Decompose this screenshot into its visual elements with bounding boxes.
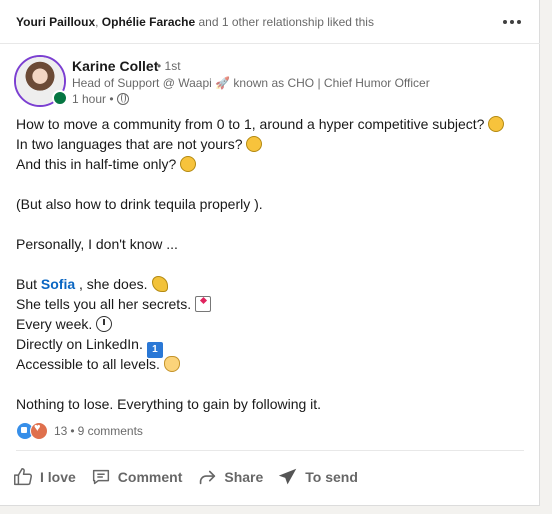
author-name[interactable]: Karine Collet [72,58,158,74]
comment-icon [92,469,109,485]
mention-link[interactable]: Sofia [41,276,75,292]
post-line: And this in half-time only? [16,154,526,174]
share-button[interactable]: Share [196,466,263,488]
thumb-up-icon [14,468,32,486]
post-text: How to move a community from 0 to 1, aro… [16,114,526,414]
post-line-text: Every week. [16,316,93,332]
reaction-count[interactable]: 13 [54,424,67,438]
love-reaction-icon [30,422,48,440]
post-line-text: And this in half-time only? [16,156,177,172]
post-line: Directly on LinkedIn. 1 [16,334,526,358]
post-line: Personally, I don't know ... [16,234,526,254]
post-line: Every week. [16,314,526,334]
send-label: To send [305,469,358,485]
social-activity-rest: and 1 other relationship liked this [195,15,374,29]
social-counts: 13 • 9 comments [16,422,143,440]
comment-button[interactable]: Comment [90,466,183,488]
more-options-button[interactable] [500,10,524,34]
connection-degree: • 1st [157,59,181,73]
love-letter-icon [195,296,212,312]
social-activity-header: Youri Pailloux, Ophélie Farache and 1 ot… [0,0,540,44]
post-line: (But also how to drink tequila properly … [16,194,526,214]
thinking-face-icon [488,116,505,132]
divider [16,450,524,451]
post-line: Nothing to lose. Everything to gain by f… [16,394,526,414]
more-icon-dot [510,20,514,24]
love-label: I love [40,469,76,485]
post-line-text: How to move a community from 0 to 1, aro… [16,116,485,132]
post-line-text: , she does. [75,276,148,292]
zany-face-icon [246,136,263,152]
send-button[interactable]: To send [277,466,358,488]
send-icon [279,468,297,485]
liker-name[interactable]: Ophélie Farache [102,15,195,29]
comment-label: Comment [117,469,183,485]
author-headline: Head of Support @ Waapi 🚀 known as CHO |… [72,76,430,90]
post-line-text: But [16,276,41,292]
more-icon [503,20,507,24]
more-icon-dot [517,20,521,24]
love-button[interactable]: I love [12,466,76,488]
social-activity-text: Youri Pailloux, Ophélie Farache and 1 ot… [16,15,374,29]
share-label: Share [224,469,264,485]
post-line-text: Personally, I don't know ... [16,236,178,252]
raised-hand-icon [163,356,180,372]
post-line-text: (But also how to drink tequila properly … [16,196,263,212]
screaming-face-icon [180,156,197,172]
post-timestamp: 1 hour • [72,92,129,106]
post-line: In two languages that are not yours? [16,134,526,154]
post-line-text: Directly on LinkedIn. [16,336,143,352]
globe-icon [116,93,129,105]
share-icon [200,470,216,485]
post-actions-bar: I love Comment Share To send [12,462,372,492]
post-line-text: Nothing to lose. Everything to gain by f… [16,396,322,412]
liker-name[interactable]: Youri Pailloux [16,15,95,29]
feed-post-card: Youri Pailloux, Ophélie Farache and 1 ot… [0,0,540,506]
post-line: She tells you all her secrets. [16,294,526,314]
post-line: How to move a community from 0 to 1, aro… [16,114,526,134]
post-time-text: 1 hour • [72,92,114,106]
post-line: Accessible to all levels. [16,354,526,374]
comments-count[interactable]: 9 comments [78,424,143,438]
post-line-text: She tells you all her secrets. [16,296,192,312]
post-line-text: Accessible to all levels. [16,356,160,372]
keycap-one-icon: 1 [146,342,163,358]
post-line: But Sofia , she does. [16,274,526,294]
separator: , [95,15,102,29]
post-line-text: In two languages that are not yours? [16,136,243,152]
separator: • [70,424,75,438]
online-status-indicator [52,90,68,106]
flexed-biceps-icon [151,276,168,292]
stopwatch-icon [96,316,113,332]
